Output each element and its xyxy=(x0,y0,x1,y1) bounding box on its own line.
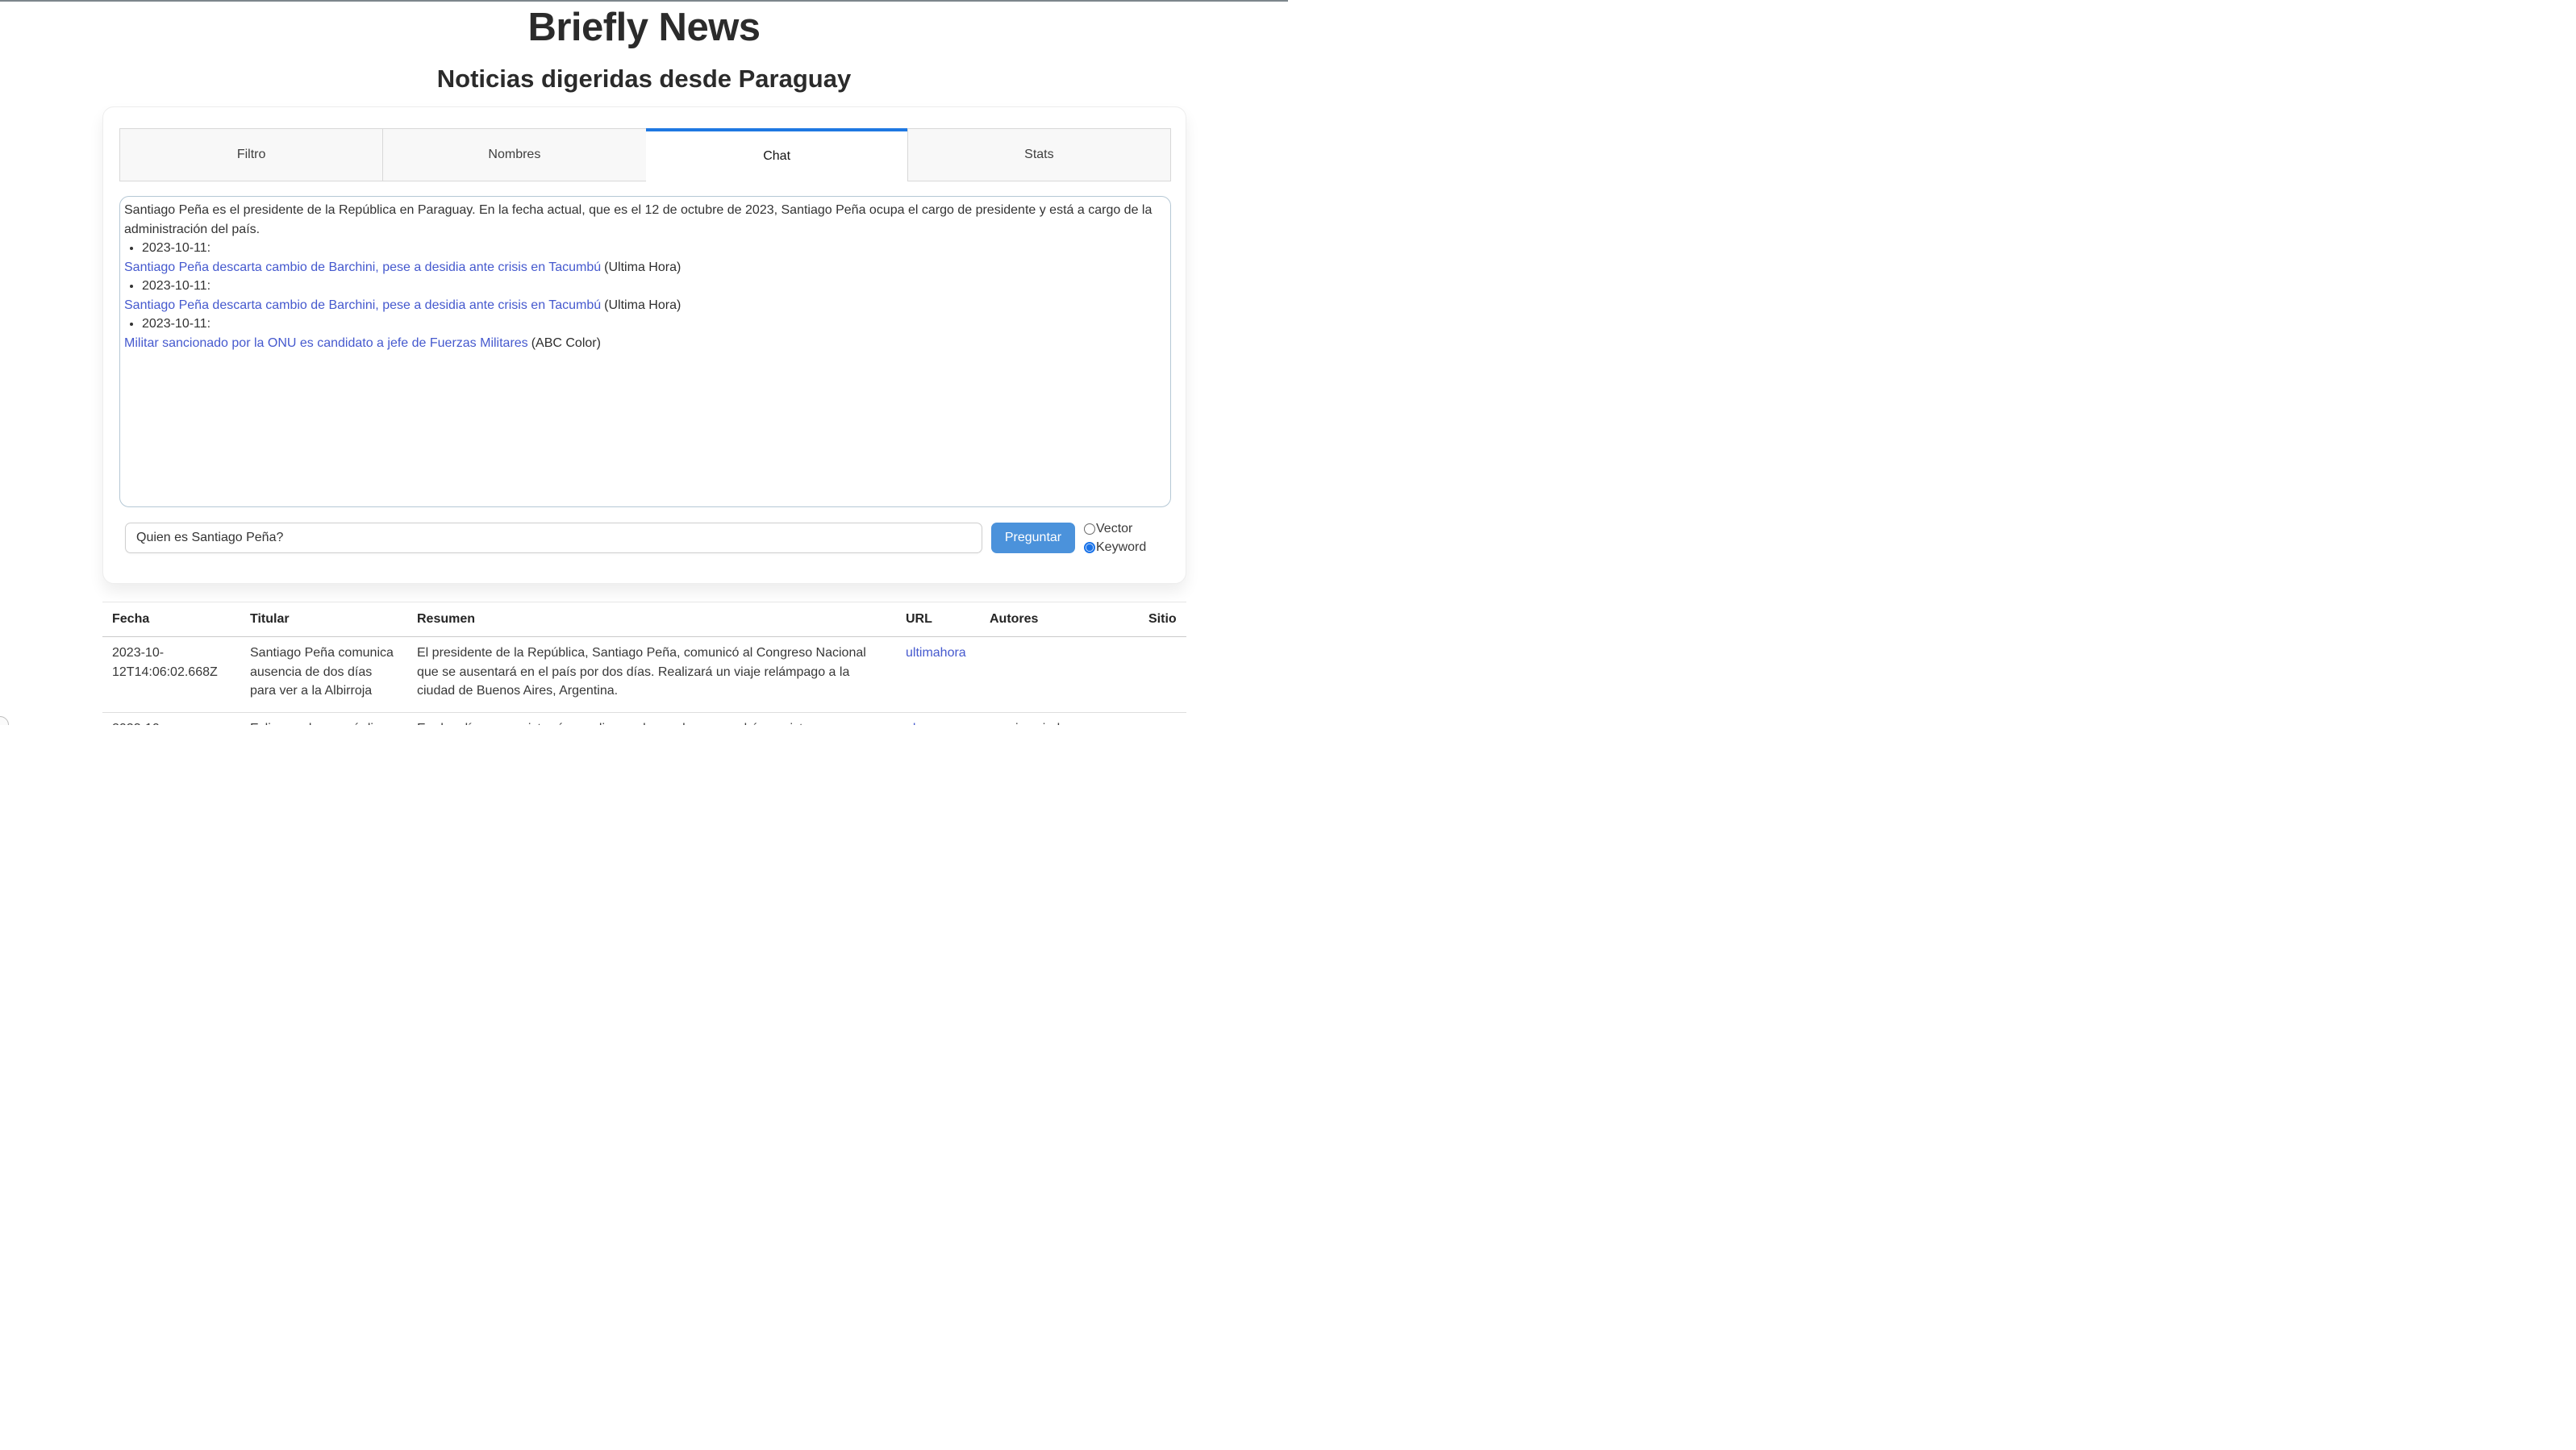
search-mode-group: Vector Keyword xyxy=(1084,519,1146,556)
tab-chat-label: Chat xyxy=(763,149,790,164)
mode-option-vector[interactable]: Vector xyxy=(1084,519,1146,538)
col-header-url: URL xyxy=(896,602,980,637)
citation-link[interactable]: Militar sancionado por la ONU es candida… xyxy=(124,336,528,350)
source-link[interactable]: ultimahora xyxy=(906,646,966,660)
citation-source: (ABC Color) xyxy=(531,336,601,350)
list-item: 2023-10-11: Santiago Peña descarta cambi… xyxy=(142,239,1162,277)
citation-source: (Ultima Hora) xyxy=(604,260,681,274)
citation-link[interactable]: Santiago Peña descarta cambio de Barchin… xyxy=(124,260,601,274)
list-item: 2023-10-11: Santiago Peña descarta cambi… xyxy=(142,277,1162,315)
citation-date: 2023-10-11: xyxy=(142,279,210,293)
tab-stats-label: Stats xyxy=(1024,148,1053,162)
keyword-radio[interactable] xyxy=(1084,542,1095,553)
tab-chat[interactable]: Chat xyxy=(646,128,908,181)
tab-filtro[interactable]: Filtro xyxy=(119,128,383,181)
citation-date: 2023-10-11: xyxy=(142,241,210,255)
chat-citation-list: 2023-10-11: Santiago Peña descarta cambi… xyxy=(124,239,1162,352)
cell-resumen: El presidente de la República, Santiago … xyxy=(407,637,896,713)
citation-line: Santiago Peña descarta cambio de Barchin… xyxy=(124,258,1162,277)
page-subtitle: Noticias digeridas desde Paraguay xyxy=(0,65,1288,94)
chat-answer-panel: Santiago Peña es el presidente de la Rep… xyxy=(119,196,1171,507)
mode-option-keyword[interactable]: Keyword xyxy=(1084,538,1146,556)
page-title: Briefly News xyxy=(0,5,1288,50)
table-row: 2023-10-12T14:06:02.668Z Santiago Peña c… xyxy=(102,637,1186,713)
cell-url: abc xyxy=(896,712,980,725)
cell-fecha: 2023-10-12T14:06:02.668Z xyxy=(102,637,240,713)
cell-autores: ana-jazmin-lezcano xyxy=(980,712,1139,725)
news-table: Fecha Titular Resumen URL Autores Sitio … xyxy=(102,602,1186,725)
table-row: 2023-10- Eclipse solar: ¿qué dice el En … xyxy=(102,712,1186,725)
tab-nombres-label: Nombres xyxy=(488,148,540,162)
col-header-titular: Titular xyxy=(240,602,407,637)
source-link[interactable]: abc xyxy=(906,722,927,726)
corner-scroll-indicator xyxy=(0,716,9,725)
citation-line: Militar sancionado por la ONU es candida… xyxy=(124,334,1162,353)
cell-sitio xyxy=(1139,637,1186,713)
ask-button[interactable]: Preguntar xyxy=(991,523,1075,553)
citation-line: Santiago Peña descarta cambio de Barchin… xyxy=(124,296,1162,315)
chat-answer-text: Santiago Peña es el presidente de la Rep… xyxy=(124,201,1162,239)
col-header-fecha: Fecha xyxy=(102,602,240,637)
news-table-section: Fecha Titular Resumen URL Autores Sitio … xyxy=(102,602,1186,725)
list-item: 2023-10-11: Militar sancionado por la ON… xyxy=(142,315,1162,352)
col-header-sitio: Sitio xyxy=(1139,602,1186,637)
col-header-autores: Autores xyxy=(980,602,1139,637)
question-input[interactable] xyxy=(125,523,982,553)
cell-fecha: 2023-10- xyxy=(102,712,240,725)
table-header-row: Fecha Titular Resumen URL Autores Sitio xyxy=(102,602,1186,637)
cell-titular: Santiago Peña comunica ausencia de dos d… xyxy=(240,637,407,713)
citation-link[interactable]: Santiago Peña descarta cambio de Barchin… xyxy=(124,298,601,312)
cell-titular: Eclipse solar: ¿qué dice el xyxy=(240,712,407,725)
keyword-radio-label: Keyword xyxy=(1096,540,1146,555)
tab-bar: Filtro Nombres Chat Stats xyxy=(119,128,1171,181)
cell-autores xyxy=(980,637,1139,713)
tab-nombres[interactable]: Nombres xyxy=(382,128,646,181)
main-card: Filtro Nombres Chat Stats Santiago Peña … xyxy=(102,106,1186,584)
col-header-resumen: Resumen xyxy=(407,602,896,637)
cell-url: ultimahora xyxy=(896,637,980,713)
citation-source: (Ultima Hora) xyxy=(604,298,681,312)
cell-resumen: En dos días, se registrará un eclipse so… xyxy=(407,712,896,725)
tab-stats[interactable]: Stats xyxy=(907,128,1171,181)
vector-radio[interactable] xyxy=(1084,523,1095,535)
tab-filtro-label: Filtro xyxy=(237,148,266,162)
cell-sitio xyxy=(1139,712,1186,725)
citation-date: 2023-10-11: xyxy=(142,317,210,331)
vector-radio-label: Vector xyxy=(1096,522,1132,536)
app-root: Briefly News Noticias digeridas desde Pa… xyxy=(0,0,1288,725)
